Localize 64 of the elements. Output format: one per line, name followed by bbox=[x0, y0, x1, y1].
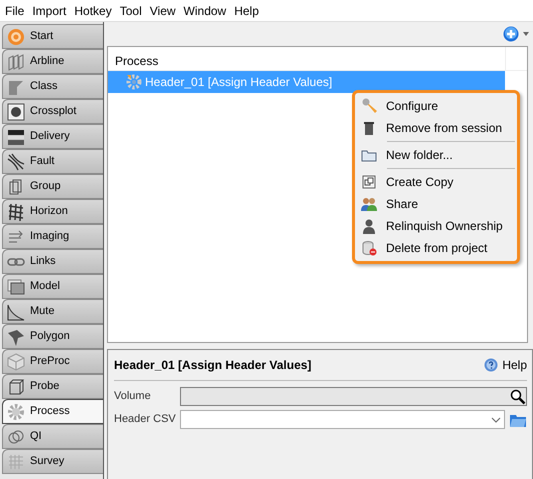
menu-item[interactable]: Remove from session bbox=[355, 117, 517, 139]
database-icon bbox=[361, 240, 377, 256]
sidebar-tab[interactable]: Mute bbox=[2, 299, 103, 324]
menu-item[interactable]: Tool bbox=[114, 0, 145, 21]
copy-icon bbox=[361, 174, 377, 190]
details-title: Header_01 [Assign Header Values] bbox=[114, 357, 312, 374]
menu-item[interactable]: Configure bbox=[355, 95, 517, 117]
menu-item[interactable]: Relinquish Ownership bbox=[355, 215, 517, 237]
sidebar-tab[interactable]: Model bbox=[2, 274, 103, 299]
scatter-icon bbox=[7, 102, 25, 120]
menu-item[interactable]: Delete from project bbox=[355, 237, 517, 259]
sidebar-tab[interactable]: Delivery bbox=[2, 124, 103, 149]
sidebar-tab[interactable]: Process bbox=[2, 399, 103, 424]
sidebar-tab[interactable]: Polygon bbox=[2, 324, 103, 349]
trash-icon bbox=[361, 120, 377, 136]
polygon-icon bbox=[7, 328, 25, 346]
sidebar-tab[interactable]: Probe bbox=[2, 374, 103, 399]
combo-field[interactable] bbox=[180, 410, 505, 429]
menu-item[interactable]: File bbox=[0, 0, 28, 21]
grid-icon bbox=[7, 452, 25, 470]
menu-item[interactable]: View bbox=[144, 0, 179, 21]
sidebar-tab[interactable]: Arbline bbox=[2, 49, 103, 74]
sidebar-tab[interactable]: Start bbox=[2, 24, 103, 49]
add-icon[interactable] bbox=[503, 26, 519, 42]
target-icon bbox=[7, 28, 25, 46]
menu-item[interactable]: Hotkey bbox=[69, 0, 115, 21]
box-icon bbox=[7, 378, 25, 396]
mesh-icon bbox=[7, 202, 25, 220]
sidebar-tab[interactable]: Crossplot bbox=[2, 99, 103, 124]
menu-item[interactable]: Create Copy bbox=[355, 171, 517, 193]
rings-icon bbox=[7, 428, 25, 446]
cube-icon bbox=[7, 352, 25, 370]
menu-item[interactable]: New folder... bbox=[355, 144, 517, 166]
gear-icon bbox=[126, 74, 142, 90]
help-icon bbox=[484, 358, 498, 372]
menu-item[interactable]: Help bbox=[229, 0, 262, 21]
sidebar-tab[interactable]: Links bbox=[2, 249, 103, 274]
dropdown-arrow-icon[interactable] bbox=[523, 32, 529, 36]
window-icon bbox=[7, 278, 25, 296]
menu-item[interactable]: Share bbox=[355, 193, 517, 215]
people-icon bbox=[361, 196, 377, 212]
sidebar-tab[interactable]: Class bbox=[2, 74, 103, 99]
column-header[interactable]: Process bbox=[108, 47, 505, 70]
curves-icon bbox=[7, 152, 25, 170]
help-link[interactable]: Help bbox=[484, 356, 527, 374]
layers-icon bbox=[7, 128, 25, 146]
menu-item[interactable]: Window bbox=[178, 0, 230, 21]
menu-item[interactable]: Import bbox=[27, 0, 70, 21]
gear-icon bbox=[7, 402, 25, 420]
sidebar-tab[interactable]: Survey bbox=[2, 449, 103, 474]
sidebar-tab[interactable]: Imaging bbox=[2, 224, 103, 249]
field-label: Volume bbox=[114, 389, 152, 404]
search-icon[interactable] bbox=[510, 388, 526, 404]
grid-lines-icon bbox=[7, 52, 25, 70]
sidebar-tab[interactable]: Fault bbox=[2, 149, 103, 174]
sidebar-tab[interactable]: Horizon bbox=[2, 199, 103, 224]
field-label: Header CSV bbox=[114, 412, 177, 428]
person-icon bbox=[361, 218, 377, 234]
lines-icon bbox=[7, 228, 25, 246]
sidebar-tab[interactable]: QI bbox=[2, 424, 103, 449]
slope-icon bbox=[7, 302, 25, 320]
sidebar-tab[interactable]: Group bbox=[2, 174, 103, 199]
volume-field[interactable] bbox=[180, 387, 527, 406]
sidebar-tab[interactable]: PreProc bbox=[2, 349, 103, 374]
